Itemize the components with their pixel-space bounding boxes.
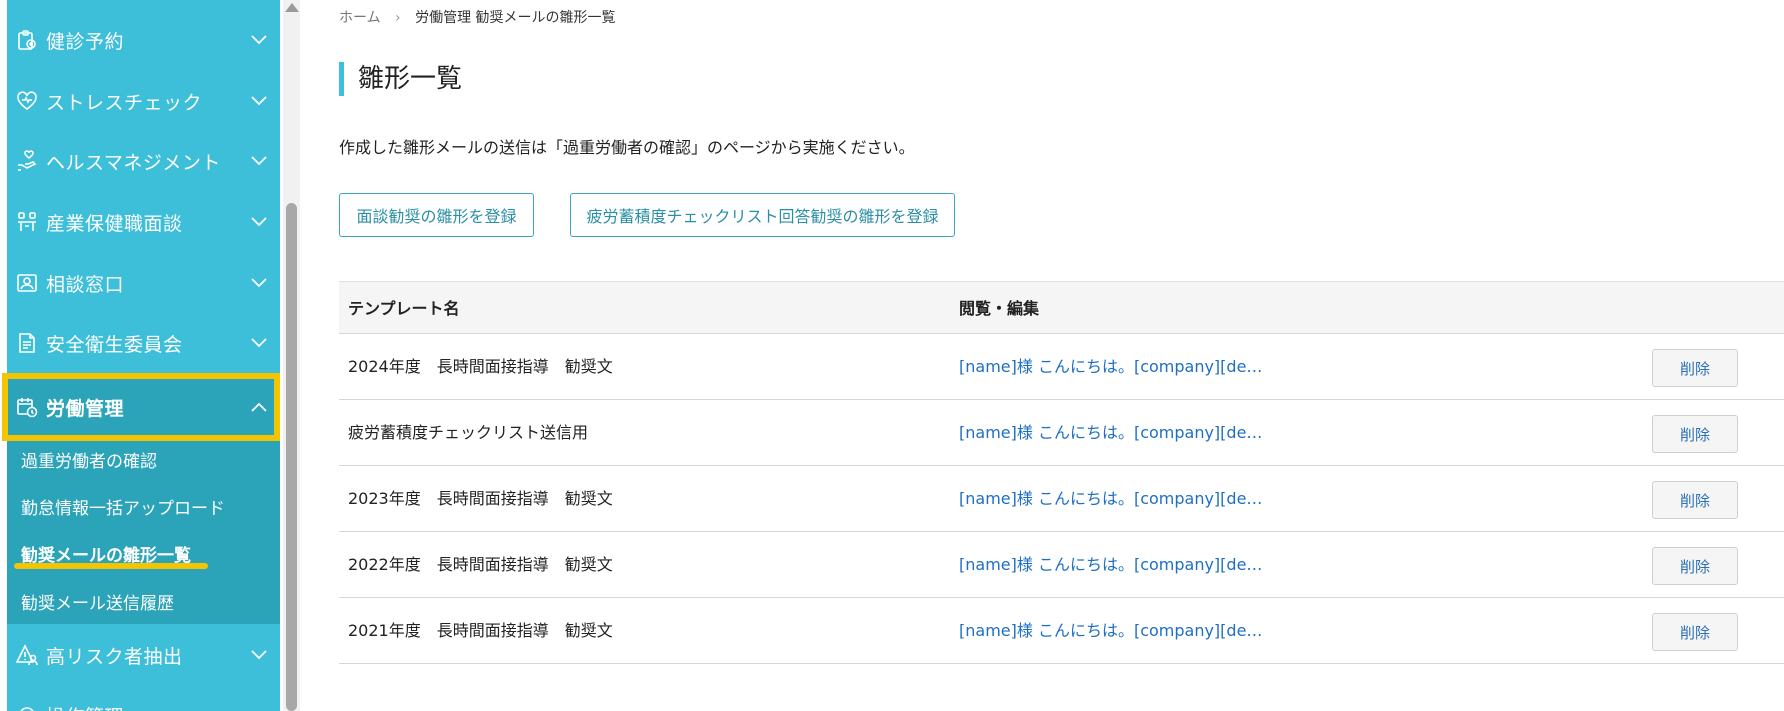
table-row: 2023年度 長時間面接指導 勧奨文 [name]様 こんにちは。[compan… <box>339 466 1784 532</box>
sidebar: 健診予約 ストレスチェック ヘルスマネジメント 産業保健職面談 相談窓口 安全衛… <box>0 0 283 711</box>
chevron-down-icon <box>248 29 270 51</box>
page-description: 作成した雛形メールの送信は「過重労働者の確認」のページから実施ください。 <box>339 138 915 157</box>
sidebar-item-label: 産業保健職面談 <box>46 212 183 235</box>
breadcrumb: ホーム › 労働管理 勧奨メールの雛形一覧 <box>339 7 616 27</box>
labor-management-submenu: 過重労働者の確認 勤怠情報一括アップロード 勧奨メールの雛形一覧 勧奨メール送信… <box>7 441 280 624</box>
chevron-down-icon <box>248 150 270 172</box>
sidebar-item-operation-management[interactable]: 操作管理 <box>7 685 280 711</box>
sidebar-item-label: 健診予約 <box>46 30 125 53</box>
sidebar-item-high-risk-extraction[interactable]: 高リスク者抽出 <box>7 625 280 685</box>
column-header-view-edit: 閲覧・編集 <box>959 299 1040 318</box>
table-row: 2024年度 長時間面接指導 勧奨文 [name]様 こんにちは。[compan… <box>339 334 1784 400</box>
template-preview-link[interactable]: [name]様 こんにちは。[company][de… <box>959 466 1262 532</box>
sidebar-item-label: 相談窓口 <box>46 273 125 296</box>
chevron-down-icon <box>248 90 270 112</box>
template-name: 2023年度 長時間面接指導 勧奨文 <box>348 489 613 508</box>
page-title: 雛形一覧 <box>339 62 462 96</box>
register-interview-template-button[interactable]: 面談勧奨の雛形を登録 <box>339 193 534 237</box>
sidebar-item-stress-check[interactable]: ストレスチェック <box>7 71 280 131</box>
scroll-up-arrow-icon[interactable] <box>285 3 299 12</box>
breadcrumb-separator: › <box>395 10 401 26</box>
hand-heart-icon <box>14 148 40 174</box>
template-name: 2021年度 長時間面接指導 勧奨文 <box>348 621 613 640</box>
delete-button[interactable]: 削除 <box>1652 613 1738 651</box>
sidebar-item-occupational-interview[interactable]: 産業保健職面談 <box>7 192 280 252</box>
current-item-underline <box>14 563 208 569</box>
table-header: テンプレート名 閲覧・編集 <box>339 281 1784 334</box>
gear-icon <box>14 702 40 711</box>
register-fatigue-template-button[interactable]: 疲労蓄積度チェックリスト回答勧奨の雛形を登録 <box>570 193 955 237</box>
heart-icon <box>14 88 40 114</box>
template-preview-link[interactable]: [name]様 こんにちは。[company][de… <box>959 598 1262 664</box>
breadcrumb-home[interactable]: ホーム <box>339 10 381 26</box>
submenu-item-overwork-check[interactable]: 過重労働者の確認 <box>21 447 157 472</box>
warning-user-icon <box>14 642 40 668</box>
template-table: テンプレート名 閲覧・編集 2024年度 長時間面接指導 勧奨文 [name]様… <box>339 281 1784 664</box>
chevron-down-icon <box>248 332 270 354</box>
clipboard-health-icon <box>14 27 40 53</box>
sidebar-item-health-checkup[interactable]: 健診予約 <box>7 10 280 70</box>
delete-button[interactable]: 削除 <box>1652 415 1738 453</box>
template-preview-link[interactable]: [name]様 こんにちは。[company][de… <box>959 400 1262 466</box>
template-preview-link[interactable]: [name]様 こんにちは。[company][de… <box>959 532 1262 598</box>
submenu-item-send-history[interactable]: 勧奨メール送信履歴 <box>21 589 174 614</box>
sidebar-item-label: 高リスク者抽出 <box>46 645 183 668</box>
template-name: 2024年度 長時間面接指導 勧奨文 <box>348 357 613 376</box>
sidebar-item-health-management[interactable]: ヘルスマネジメント <box>7 131 280 191</box>
chevron-down-icon <box>248 211 270 233</box>
sidebar-item-safety-committee[interactable]: 安全衛生委員会 <box>7 313 280 373</box>
sidebar-item-label: 操作管理 <box>46 702 280 711</box>
column-header-template-name: テンプレート名 <box>348 299 460 318</box>
template-preview-link[interactable]: [name]様 こんにちは。[company][de… <box>959 334 1262 400</box>
contact-card-icon <box>14 270 40 296</box>
document-icon <box>14 330 40 356</box>
sidebar-scrollbar-thumb[interactable] <box>286 203 297 711</box>
template-name: 疲労蓄積度チェックリスト送信用 <box>348 423 589 442</box>
sidebar-item-label: 安全衛生委員会 <box>46 333 183 356</box>
sidebar-item-label: ストレスチェック <box>46 91 203 114</box>
template-name: 2022年度 長時間面接指導 勧奨文 <box>348 555 613 574</box>
table-row: 疲労蓄積度チェックリスト送信用 [name]様 こんにちは。[company][… <box>339 400 1784 466</box>
table-row: 2021年度 長時間面接指導 勧奨文 [name]様 こんにちは。[compan… <box>339 598 1784 664</box>
chevron-down-icon <box>248 272 270 294</box>
delete-button[interactable]: 削除 <box>1652 349 1738 387</box>
submenu-item-attendance-upload[interactable]: 勤怠情報一括アップロード <box>21 494 225 519</box>
breadcrumb-current: 労働管理 勧奨メールの雛形一覧 <box>415 10 616 26</box>
sidebar-item-label: ヘルスマネジメント <box>46 151 221 174</box>
delete-button[interactable]: 削除 <box>1652 481 1738 519</box>
highlight-frame <box>2 373 280 441</box>
sidebar-item-consultation[interactable]: 相談窓口 <box>7 253 280 313</box>
delete-button[interactable]: 削除 <box>1652 547 1738 585</box>
chevron-down-icon <box>248 644 270 666</box>
people-meeting-icon <box>14 209 40 235</box>
table-row: 2022年度 長時間面接指導 勧奨文 [name]様 こんにちは。[compan… <box>339 532 1784 598</box>
